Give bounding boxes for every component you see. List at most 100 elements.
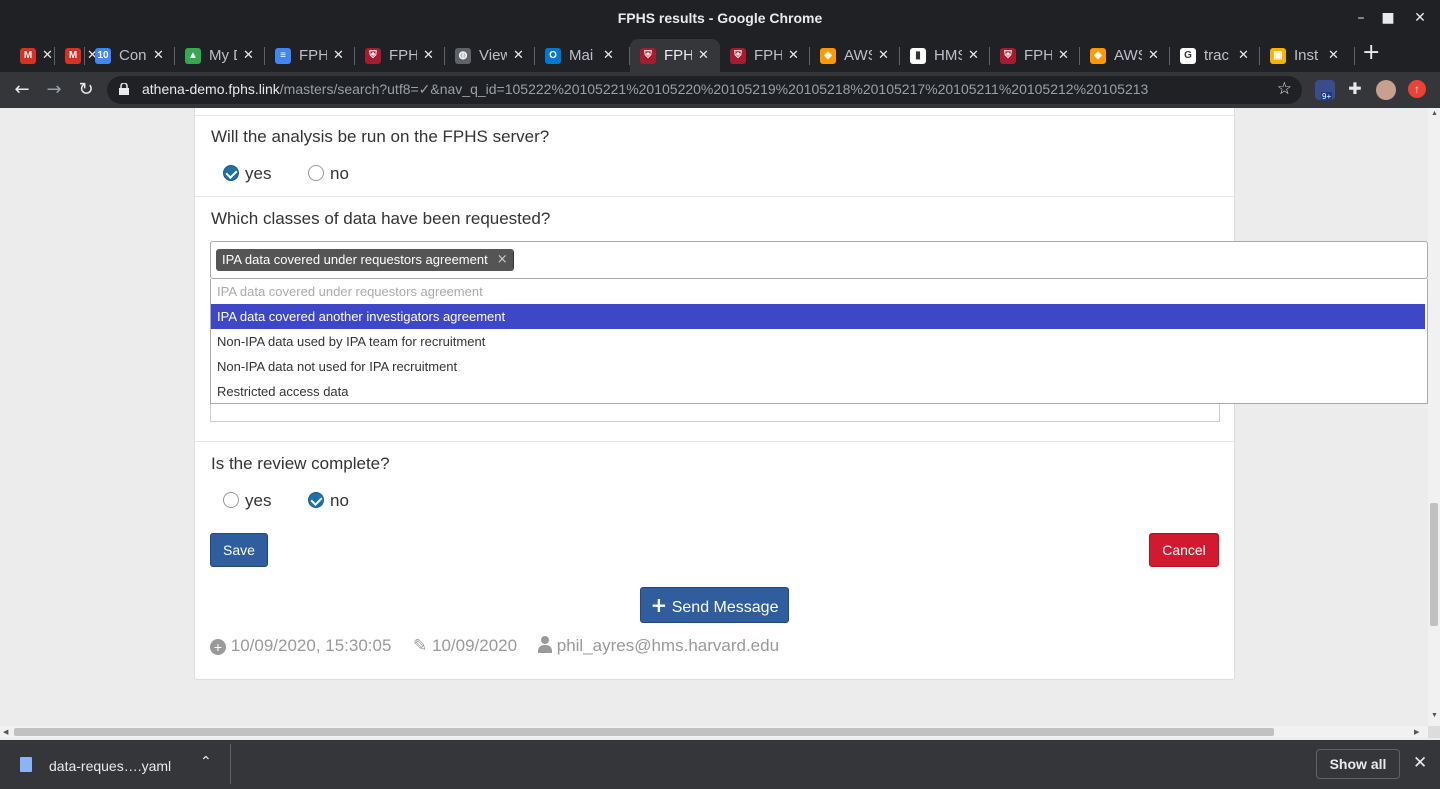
- extensions-puzzle-icon[interactable]: ✚: [1345, 80, 1365, 100]
- tab-close-icon[interactable]: ✕: [333, 48, 344, 63]
- reload-button[interactable]: ↻: [74, 78, 98, 102]
- dropdown-option[interactable]: Non-IPA data not used for IPA recruitmen…: [211, 354, 1425, 379]
- browser-tab[interactable]: ⛨ FPH ✕: [355, 39, 445, 72]
- divider: [195, 441, 1234, 442]
- data-classes-select[interactable]: IPA data covered under requestors agreem…: [210, 241, 1428, 279]
- extension-icon[interactable]: 9+: [1315, 80, 1335, 101]
- browser-tab[interactable]: M ✕: [55, 39, 98, 72]
- chip-remove-icon[interactable]: ×: [497, 249, 508, 271]
- tab-label: FPH: [664, 47, 692, 64]
- browser-tab[interactable]: ⛨ FPH ✕: [990, 39, 1080, 72]
- tab-close-icon[interactable]: ✕: [1058, 48, 1069, 63]
- tab-close-icon[interactable]: ✕: [513, 48, 524, 63]
- dropdown-option[interactable]: Restricted access data: [211, 379, 1425, 404]
- browser-tab[interactable]: ▮ HMS ✕: [900, 39, 990, 72]
- scroll-down-icon[interactable]: ▼: [1431, 712, 1438, 719]
- download-filename[interactable]: data-reques….yaml: [49, 758, 171, 774]
- browser-tab[interactable]: ▣ Inst ✕: [1260, 39, 1355, 72]
- browser-tab[interactable]: ⛨ FPH ✕: [630, 39, 720, 72]
- tab-label: AWS: [1114, 47, 1142, 64]
- vertical-scrollbar[interactable]: ▲ ▼: [1428, 108, 1440, 726]
- user-icon: [538, 636, 552, 653]
- tab-close-icon[interactable]: ✕: [968, 48, 979, 63]
- browser-tab[interactable]: O Mai ✕: [535, 39, 630, 72]
- dropdown-option[interactable]: IPA data covered another investigators a…: [211, 304, 1425, 329]
- review-yes-label: yes: [245, 491, 272, 510]
- gmail-icon: M: [20, 47, 36, 64]
- tab-close-icon[interactable]: ✕: [243, 48, 254, 63]
- download-bar: data-reques….yaml ⌃ Show all ✕: [0, 740, 1440, 789]
- dropdown-option[interactable]: Non-IPA data used by IPA team for recrui…: [211, 329, 1425, 354]
- tab-strip: M✕M✕10Con✕▲My D✕≡FPH✕⛨FPH✕◍View✕OMai✕⛨FP…: [0, 37, 1440, 72]
- tab-label: trac: [1204, 47, 1230, 64]
- browser-tab[interactable]: M ✕: [10, 39, 55, 72]
- tab-label: FPH: [754, 47, 782, 64]
- tab-close-icon[interactable]: ✕: [788, 48, 799, 63]
- maximize-button[interactable]: ■: [1378, 8, 1398, 28]
- review-no-radio[interactable]: [308, 492, 324, 508]
- data-classes-dropdown: IPA data covered under requestors agreem…: [210, 279, 1428, 404]
- scroll-up-icon[interactable]: ▲: [1431, 110, 1438, 117]
- new-tab-button[interactable]: +: [1362, 40, 1380, 65]
- browser-tab[interactable]: ⛨ FPH ✕: [720, 39, 810, 72]
- trello-icon: ▮: [910, 47, 926, 64]
- tab-close-icon[interactable]: ✕: [42, 48, 53, 63]
- window-title: FPHS results - Google Chrome: [617, 10, 823, 26]
- browser-tab[interactable]: 10 Con ✕: [85, 39, 175, 72]
- pencil-icon: ✎: [413, 636, 428, 656]
- review-yes-radio[interactable]: [223, 492, 239, 508]
- tab-close-icon[interactable]: ✕: [698, 48, 709, 63]
- harvard-shield-icon: ⛨: [730, 47, 746, 64]
- close-download-bar-icon[interactable]: ✕: [1413, 753, 1427, 773]
- tab-close-icon[interactable]: ✕: [1328, 48, 1339, 63]
- updated-date: 10/09/2020: [431, 636, 518, 655]
- back-button[interactable]: ←: [10, 78, 34, 102]
- scroll-left-icon[interactable]: ◀: [3, 728, 8, 736]
- tab-close-icon[interactable]: ✕: [1148, 48, 1159, 63]
- tab-close-icon[interactable]: ✕: [423, 48, 434, 63]
- cancel-button[interactable]: Cancel: [1149, 533, 1219, 567]
- save-button[interactable]: Save: [210, 533, 268, 567]
- browser-tab[interactable]: ≡ FPH ✕: [265, 39, 355, 72]
- browser-tab[interactable]: ▲ My D ✕: [175, 39, 265, 72]
- browser-tab[interactable]: ◆ AWS ✕: [810, 39, 900, 72]
- show-all-button[interactable]: Show all: [1316, 749, 1400, 779]
- update-icon[interactable]: ↑: [1408, 80, 1426, 98]
- updated-meta: ✎ 10/09/2020: [413, 636, 517, 656]
- download-menu-chevron-icon[interactable]: ⌃: [200, 754, 212, 770]
- close-window-button[interactable]: ✕: [1410, 8, 1430, 28]
- vertical-scroll-thumb[interactable]: [1430, 503, 1438, 626]
- docs-icon: ≡: [275, 47, 291, 64]
- browser-tab[interactable]: ◆ AWS ✕: [1080, 39, 1170, 72]
- google-icon: G: [1180, 47, 1196, 64]
- browser-toolbar: ← → ↻ athena-demo.fphs.link/masters/sear…: [0, 72, 1440, 108]
- forward-button[interactable]: →: [42, 78, 66, 102]
- server-yes-radio[interactable]: [223, 165, 239, 181]
- created-plus-icon: +: [210, 639, 226, 655]
- tab-close-icon[interactable]: ✕: [153, 48, 164, 63]
- google-drive-icon: ▲: [185, 47, 201, 64]
- created-meta: + 10/09/2020, 15:30:05: [210, 636, 391, 656]
- divider: [195, 115, 1234, 116]
- tab-label: FPH: [299, 47, 327, 64]
- tab-label: FPH: [1024, 47, 1052, 64]
- harvard-shield-icon: ⛨: [1000, 47, 1016, 64]
- server-no-radio[interactable]: [308, 165, 324, 181]
- tab-close-icon[interactable]: ✕: [1238, 48, 1249, 63]
- harvard-shield-icon: ⛨: [640, 47, 656, 64]
- profile-avatar[interactable]: [1376, 80, 1396, 100]
- horizontal-scrollbar[interactable]: ◀ ▶: [0, 726, 1428, 738]
- server-no-label: no: [330, 164, 349, 183]
- browser-tab[interactable]: ◍ View ✕: [445, 39, 535, 72]
- tab-close-icon[interactable]: ✕: [603, 48, 614, 63]
- bookmark-star-icon[interactable]: ☆: [1277, 79, 1292, 99]
- url-host: athena-demo.fphs.link: [142, 81, 280, 97]
- scroll-right-icon[interactable]: ▶: [1414, 728, 1419, 736]
- tab-close-icon[interactable]: ✕: [878, 48, 889, 63]
- minimize-button[interactable]: –: [1351, 8, 1371, 28]
- horizontal-scroll-thumb[interactable]: [14, 728, 1274, 736]
- address-bar[interactable]: athena-demo.fphs.link/masters/search?utf…: [107, 76, 1302, 104]
- calendar-icon: 10: [95, 47, 111, 64]
- send-message-button[interactable]: + Send Message: [640, 587, 789, 623]
- browser-tab[interactable]: Gtrac ✕: [1170, 39, 1260, 72]
